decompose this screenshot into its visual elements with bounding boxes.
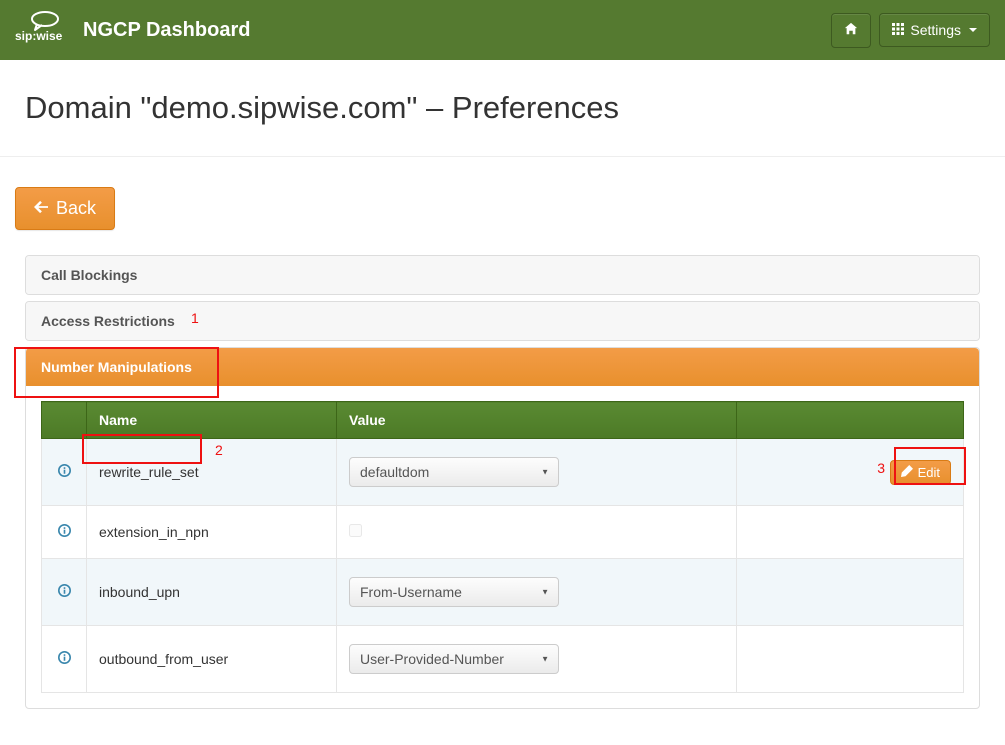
outbound-from-user-select[interactable]: User-Provided-Number: [349, 644, 559, 674]
main-container: Domain "demo.sipwise.com" – Preferences …: [0, 60, 1005, 745]
pref-name: extension_in_npn: [99, 524, 209, 540]
panel-body-number-manipulations: Name Value rewrite_rule_set: [26, 386, 979, 708]
home-button[interactable]: [831, 13, 871, 48]
col-info: [42, 402, 87, 439]
table-row: outbound_from_user User-Provided-Number: [42, 626, 964, 693]
info-icon[interactable]: [58, 525, 71, 540]
back-button[interactable]: Back: [15, 187, 115, 230]
annotation-box-1: [14, 347, 219, 398]
extension-in-npn-checkbox[interactable]: [349, 524, 362, 537]
navbar-actions: Settings: [831, 13, 990, 48]
annotation-label-2: 2: [215, 442, 223, 458]
pref-name: rewrite_rule_set: [99, 464, 199, 480]
pref-name: outbound_from_user: [99, 651, 228, 667]
settings-label: Settings: [910, 22, 961, 38]
panel-label: Access Restrictions: [41, 313, 175, 329]
settings-button[interactable]: Settings: [879, 13, 990, 47]
info-icon[interactable]: [58, 465, 71, 480]
pref-name: inbound_upn: [99, 584, 180, 600]
arrow-left-icon: [34, 198, 48, 219]
annotation-box-2: [82, 434, 202, 464]
annotation-label-1: 1: [191, 310, 199, 326]
sipwise-logo: sip:wise: [15, 10, 75, 50]
info-icon[interactable]: [58, 652, 71, 667]
navbar: sip:wise NGCP Dashboard Settings: [0, 0, 1005, 60]
svg-text:sip:wise: sip:wise: [15, 29, 63, 43]
col-value: Value: [337, 402, 737, 439]
table-row: inbound_upn From-Username: [42, 559, 964, 626]
rewrite-rule-set-select[interactable]: defaultdom: [349, 457, 559, 487]
panel-access-restrictions: Access Restrictions: [25, 301, 980, 341]
chevron-down-icon: [969, 28, 977, 32]
toolbar: Back: [15, 187, 990, 230]
panel-heading-call-blockings[interactable]: Call Blockings: [26, 256, 979, 294]
brand-title: NGCP Dashboard: [83, 19, 250, 42]
col-actions: [737, 402, 964, 439]
table-row: extension_in_npn: [42, 506, 964, 559]
preferences-table: Name Value rewrite_rule_set: [41, 401, 964, 693]
accordion: Call Blockings Access Restrictions 1 Num…: [15, 255, 990, 709]
home-icon: [844, 22, 858, 39]
annotation-label-3: 3: [877, 460, 885, 476]
annotation-box-3: [894, 447, 966, 485]
back-label: Back: [56, 198, 96, 219]
table-row: rewrite_rule_set 2 defaultdom: [42, 439, 964, 506]
page-title: Domain "demo.sipwise.com" – Preferences: [0, 60, 1005, 157]
panel-heading-access-restrictions[interactable]: Access Restrictions: [26, 302, 979, 340]
panel-call-blockings: Call Blockings: [25, 255, 980, 295]
panel-number-manipulations: 1 Number Manipulations Name Value: [25, 347, 980, 709]
grid-icon: [892, 22, 904, 38]
info-icon[interactable]: [58, 585, 71, 600]
brand: sip:wise NGCP Dashboard: [15, 10, 250, 50]
col-name: Name: [87, 402, 337, 439]
panel-label: Call Blockings: [41, 267, 137, 283]
inbound-upn-select[interactable]: From-Username: [349, 577, 559, 607]
